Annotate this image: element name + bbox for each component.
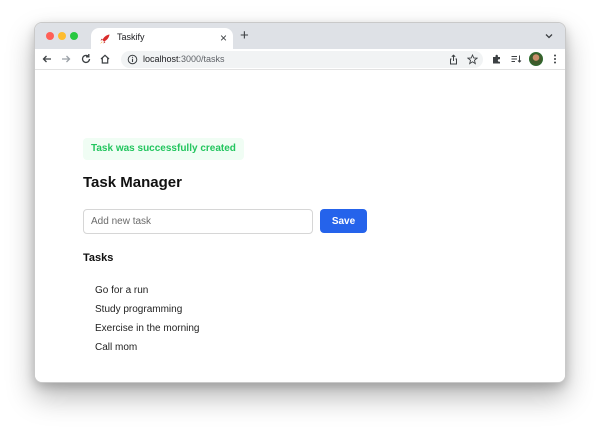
list-item: Call mom (95, 342, 138, 353)
close-window-button[interactable] (46, 32, 54, 40)
list-item: Exercise in the morning (95, 323, 200, 334)
url-host: localhost (143, 54, 179, 64)
home-icon[interactable] (99, 53, 111, 65)
reading-list-icon[interactable] (510, 53, 522, 65)
forward-arrow-icon[interactable] (60, 53, 72, 65)
tasks-heading: Tasks (83, 252, 114, 264)
browser-toolbar: localhost:3000/tasks (35, 49, 565, 70)
menu-icon[interactable] (549, 53, 561, 65)
tab-taskify[interactable]: Taskify × (91, 28, 233, 50)
url-path: :3000/tasks (178, 54, 225, 64)
tab-strip: Taskify × + (35, 23, 565, 50)
page-title: Task Manager (83, 174, 182, 191)
list-item: Go for a run (95, 285, 149, 296)
reload-icon[interactable] (80, 53, 92, 65)
share-icon[interactable] (448, 54, 459, 65)
rocket-icon (100, 34, 110, 44)
back-arrow-icon[interactable] (41, 53, 53, 65)
tab-title: Taskify (117, 32, 145, 42)
avatar[interactable] (529, 52, 543, 66)
minimize-window-button[interactable] (58, 32, 66, 40)
new-task-input[interactable] (83, 209, 313, 234)
address-bar[interactable]: localhost:3000/tasks (121, 51, 483, 68)
list-item: Study programming (95, 304, 183, 315)
info-icon[interactable] (127, 54, 138, 65)
page-content: Task was successfully created Task Manag… (35, 71, 565, 382)
extensions-icon[interactable] (491, 53, 503, 65)
tab-search-icon[interactable] (543, 30, 555, 42)
success-alert: Task was successfully created (83, 138, 244, 160)
new-tab-button[interactable]: + (240, 27, 249, 45)
url-text: localhost:3000/tasks (143, 54, 225, 64)
save-button[interactable]: Save (320, 209, 367, 233)
maximize-window-button[interactable] (70, 32, 78, 40)
task-list: Go for a run Study programming Exercise … (95, 285, 200, 361)
tab-close-icon[interactable]: × (220, 30, 227, 46)
browser-window: Taskify × + localhost:3000/tasks Task wa… (34, 22, 566, 383)
star-icon[interactable] (467, 54, 478, 65)
